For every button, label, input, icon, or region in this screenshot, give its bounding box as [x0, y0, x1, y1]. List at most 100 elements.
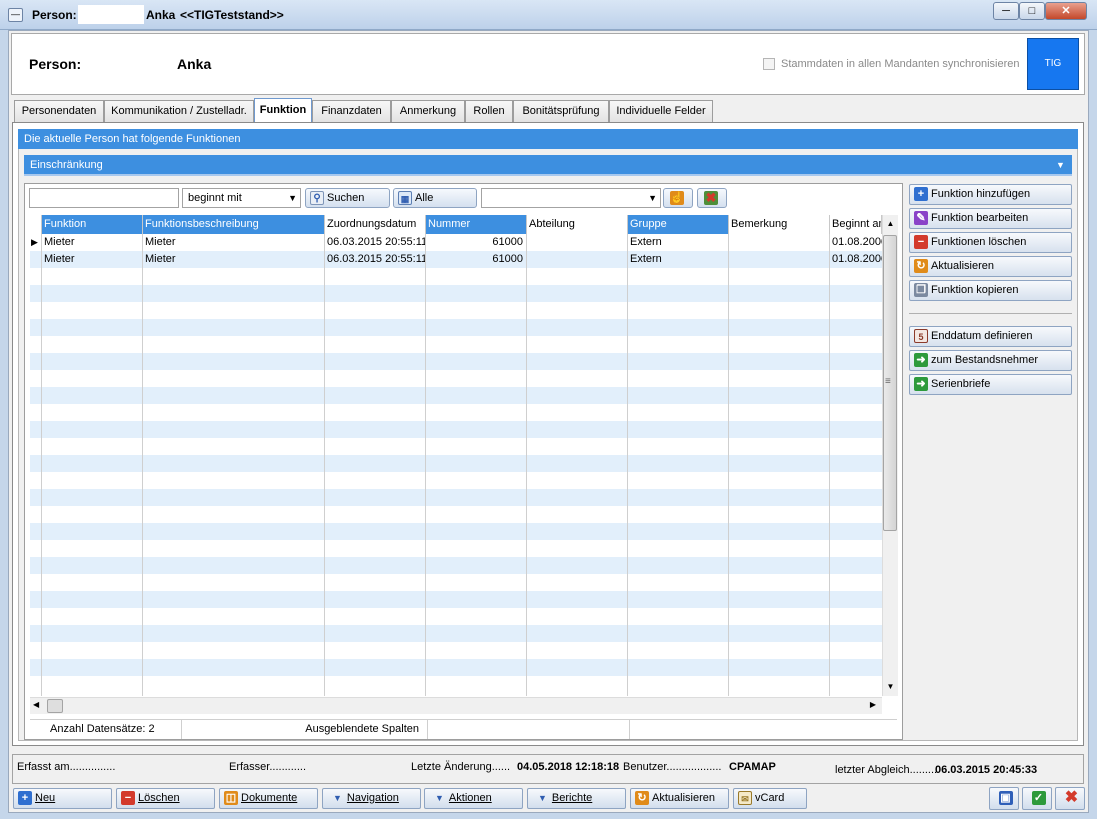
column-header-bemerkung[interactable]: Bemerkung: [729, 215, 830, 234]
column-header-nummer[interactable]: Nummer: [426, 215, 527, 234]
tab-personendaten[interactable]: Personendaten: [14, 100, 104, 122]
minimize-button[interactable]: ─: [993, 2, 1019, 20]
table-cell[interactable]: Mieter: [143, 251, 325, 268]
table-cell[interactable]: Mieter: [42, 251, 143, 268]
table-cell[interactable]: 06.03.2015 20:55:11: [325, 251, 426, 268]
reports-button[interactable]: ▼ Berichte: [527, 788, 626, 809]
refresh-button[interactable]: ↻ Aktualisieren: [630, 788, 729, 809]
table-cell[interactable]: Mieter: [143, 234, 325, 251]
table-row-band: [30, 557, 882, 574]
creator-label: Erfasser............: [229, 761, 307, 773]
column-header-gruppe[interactable]: Gruppe: [628, 215, 729, 234]
calendar-icon: 5: [914, 329, 928, 344]
cancel-button[interactable]: ✖: [1055, 787, 1085, 810]
save-disk-icon: ▣: [998, 791, 1013, 805]
tab-individuelle-felder[interactable]: Individuelle Felder: [609, 100, 713, 122]
delete-label: Löschen: [138, 792, 180, 804]
sync-label: Stammdaten in allen Mandanten synchronis…: [781, 58, 1020, 70]
refresh-label: Aktualisieren: [652, 792, 715, 804]
search-button-label: Suchen: [327, 192, 365, 204]
documents-button[interactable]: ◫ Dokumente: [219, 788, 318, 809]
clear-filter-icon: ✖: [704, 190, 718, 206]
search-input[interactable]: [29, 188, 179, 208]
column-gridline: [627, 234, 628, 696]
navigation-button[interactable]: ▼ Navigation: [322, 788, 421, 809]
table-cell[interactable]: [527, 234, 628, 251]
table-row-band: [30, 523, 882, 540]
new-button[interactable]: + Neu: [13, 788, 112, 809]
functions-grid[interactable]: Funktion Funktionsbeschreibung Zuordnung…: [30, 215, 882, 696]
table-cell[interactable]: [729, 251, 830, 268]
table-row-band: [30, 404, 882, 421]
close-button[interactable]: ✕: [1045, 2, 1087, 20]
hidden-columns-label[interactable]: Ausgeblendete Spalten: [182, 720, 428, 739]
column-header-funktion[interactable]: Funktion: [42, 215, 143, 234]
magnifier-icon: ⚲: [310, 191, 324, 206]
filter-panel-header[interactable]: Einschränkung: [24, 155, 1072, 176]
chevron-down-icon[interactable]: ▼: [1056, 155, 1065, 175]
person-name: Anka: [177, 56, 212, 72]
table-row[interactable]: Mieter Mieter 06.03.2015 20:55:11 61000 Exte…: [30, 234, 882, 251]
refresh-functions-button[interactable]: ↻ Aktualisieren: [909, 256, 1072, 277]
scroll-left-icon[interactable]: ◀: [33, 700, 39, 709]
column-header-abteilung[interactable]: Abteilung: [527, 215, 628, 234]
maximize-button[interactable]: □: [1019, 2, 1045, 20]
new-label: Neu: [35, 792, 56, 804]
table-cell[interactable]: Extern: [628, 251, 729, 268]
tab-anmerkung[interactable]: Anmerkung: [391, 100, 465, 122]
column-header-beginnt-am[interactable]: Beginnt am: [830, 215, 882, 234]
serial-letters-button[interactable]: ➜ Serienbriefe: [909, 374, 1072, 395]
refresh-icon: ↻: [635, 791, 649, 806]
scroll-right-icon[interactable]: ▶: [870, 700, 876, 709]
tab-funktion[interactable]: Funktion: [254, 98, 312, 123]
table-cell[interactable]: [527, 251, 628, 268]
grid-status-bar: Anzahl Datensätze: 2 Ausgeblendete Spalt…: [30, 719, 897, 739]
system-menu-icon[interactable]: —: [8, 8, 23, 22]
delete-functions-button[interactable]: − Funktionen löschen: [909, 232, 1072, 253]
actions-label: Aktionen: [448, 792, 492, 804]
splitter-grip-icon[interactable]: ≡: [885, 376, 891, 387]
column-header-zuordnungsdatum[interactable]: Zuordnungsdatum: [325, 215, 426, 234]
column-header-funktionsbeschreibung[interactable]: Funktionsbeschreibung: [143, 215, 325, 234]
filter-tool-button[interactable]: ☝: [663, 188, 693, 208]
tab-rollen[interactable]: Rollen: [465, 100, 513, 122]
table-cell[interactable]: 61000: [426, 234, 527, 251]
scroll-up-icon[interactable]: ▲: [883, 215, 898, 233]
current-row-indicator-icon: ▶: [31, 237, 38, 247]
search-button[interactable]: ⚲ Suchen: [305, 188, 390, 208]
column-select[interactable]: ▼: [481, 188, 661, 208]
match-mode-select[interactable]: beginnt mit ▼: [182, 188, 301, 208]
add-function-button[interactable]: + Funktion hinzufügen: [909, 184, 1072, 205]
copy-function-button[interactable]: ❐ Funktion kopieren: [909, 280, 1072, 301]
add-function-label: Funktion hinzufügen: [931, 188, 1031, 200]
table-row-band: [30, 676, 882, 693]
all-button[interactable]: ▦ Alle: [393, 188, 477, 208]
table-row[interactable]: Mieter Mieter 06.03.2015 20:55:11 61000 Exte…: [30, 251, 882, 268]
to-tenant-button[interactable]: ➜ zum Bestandsnehmer: [909, 350, 1072, 371]
table-cell[interactable]: [729, 234, 830, 251]
chevron-down-icon: ▼: [333, 793, 342, 803]
define-end-date-button[interactable]: 5 Enddatum definieren: [909, 326, 1072, 347]
calendar-grid-icon: ▦: [398, 191, 412, 206]
actions-button[interactable]: ▼ Aktionen: [424, 788, 523, 809]
table-cell[interactable]: Extern: [628, 234, 729, 251]
save-button[interactable]: ▣: [989, 787, 1019, 810]
tab-bonitaetspruefung[interactable]: Bonitätsprüfung: [513, 100, 609, 122]
scroll-down-icon[interactable]: ▼: [883, 678, 898, 696]
tab-kommunikation[interactable]: Kommunikation / Zustelladr.: [104, 100, 254, 122]
vcard-button[interactable]: ✉ vCard: [733, 788, 807, 809]
tab-finanzdaten[interactable]: Finanzdaten: [312, 100, 391, 122]
table-cell[interactable]: 01.08.2006: [830, 234, 882, 251]
table-cell[interactable]: 01.08.2006: [830, 251, 882, 268]
horizontal-scroll-thumb[interactable]: [47, 699, 63, 713]
edit-function-button[interactable]: ✎ Funktion bearbeiten: [909, 208, 1072, 229]
ok-button[interactable]: ✓: [1022, 787, 1052, 810]
table-cell[interactable]: 61000: [426, 251, 527, 268]
table-cell[interactable]: Mieter: [42, 234, 143, 251]
vcard-label: vCard: [755, 792, 785, 804]
clear-filter-button[interactable]: ✖: [697, 188, 727, 208]
table-cell[interactable]: 06.03.2015 20:55:11: [325, 234, 426, 251]
horizontal-scrollbar[interactable]: ◀ ▶: [30, 697, 882, 714]
delete-button[interactable]: − Löschen: [116, 788, 215, 809]
sync-checkbox[interactable]: [763, 58, 775, 70]
